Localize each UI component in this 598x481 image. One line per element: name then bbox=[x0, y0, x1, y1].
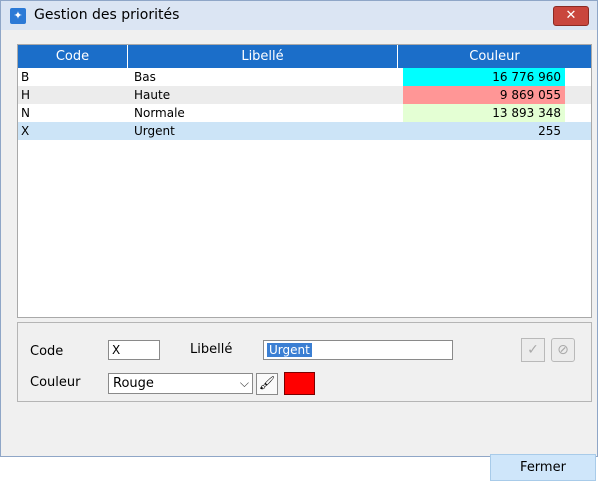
table-row[interactable]: B Bas 16 776 960 bbox=[18, 68, 591, 86]
cell-label: Urgent bbox=[134, 124, 175, 138]
code-field[interactable]: X bbox=[108, 340, 160, 360]
content: Code Libellé Couleur B Bas 16 776 960 H … bbox=[7, 30, 596, 481]
close-button[interactable]: Fermer bbox=[490, 454, 596, 481]
column-header-code[interactable]: Code bbox=[18, 45, 128, 68]
cell-code: H bbox=[21, 88, 31, 102]
cell-label: Normale bbox=[134, 106, 185, 120]
table-row-selected[interactable]: X Urgent 255 bbox=[18, 122, 591, 140]
color-select-value: Rouge bbox=[113, 376, 154, 391]
table-row[interactable]: H Haute 9 869 055 bbox=[18, 86, 591, 104]
table-header: Code Libellé Couleur bbox=[18, 45, 591, 68]
cell-color: 16 776 960 bbox=[403, 68, 565, 86]
title-bar: ✦ Gestion des priorités ✕ bbox=[1, 1, 597, 30]
libelle-label: Libellé bbox=[190, 342, 233, 357]
libelle-value: Urgent bbox=[267, 343, 312, 357]
column-header-color[interactable]: Couleur bbox=[398, 45, 591, 68]
window-title: Gestion des priorités bbox=[34, 7, 180, 23]
cell-color: 255 bbox=[538, 124, 561, 138]
cell-color: 13 893 348 bbox=[403, 104, 565, 122]
chevron-down-icon: ⌵ bbox=[239, 376, 249, 390]
libelle-field[interactable]: Urgent bbox=[263, 340, 453, 360]
color-swatch bbox=[284, 372, 315, 395]
cancel-circle-icon[interactable]: ⊘ bbox=[551, 338, 575, 362]
column-header-label[interactable]: Libellé bbox=[128, 45, 398, 68]
cell-label: Haute bbox=[134, 88, 171, 102]
check-icon[interactable]: ✓ bbox=[521, 338, 545, 362]
code-label: Code bbox=[30, 344, 64, 359]
cell-code: N bbox=[21, 106, 30, 120]
app-icon: ✦ bbox=[10, 8, 26, 24]
priorities-table: Code Libellé Couleur B Bas 16 776 960 H … bbox=[17, 44, 592, 318]
color-select[interactable]: Rouge ⌵ bbox=[108, 373, 253, 394]
cell-color: 9 869 055 bbox=[403, 86, 565, 104]
cell-label: Bas bbox=[134, 70, 156, 84]
color-label: Couleur bbox=[30, 375, 81, 390]
table-row[interactable]: N Normale 13 893 348 bbox=[18, 104, 591, 122]
close-icon[interactable]: ✕ bbox=[553, 6, 589, 26]
cell-code: X bbox=[21, 124, 30, 138]
priority-window: ✦ Gestion des priorités ✕ Code Libellé C… bbox=[0, 0, 598, 481]
cell-code: B bbox=[21, 70, 30, 84]
paint-brush-icon[interactable]: 🖌 bbox=[256, 373, 278, 395]
edit-form: Code X Libellé Urgent ✓ ⊘ Couleur Rouge … bbox=[17, 322, 592, 402]
